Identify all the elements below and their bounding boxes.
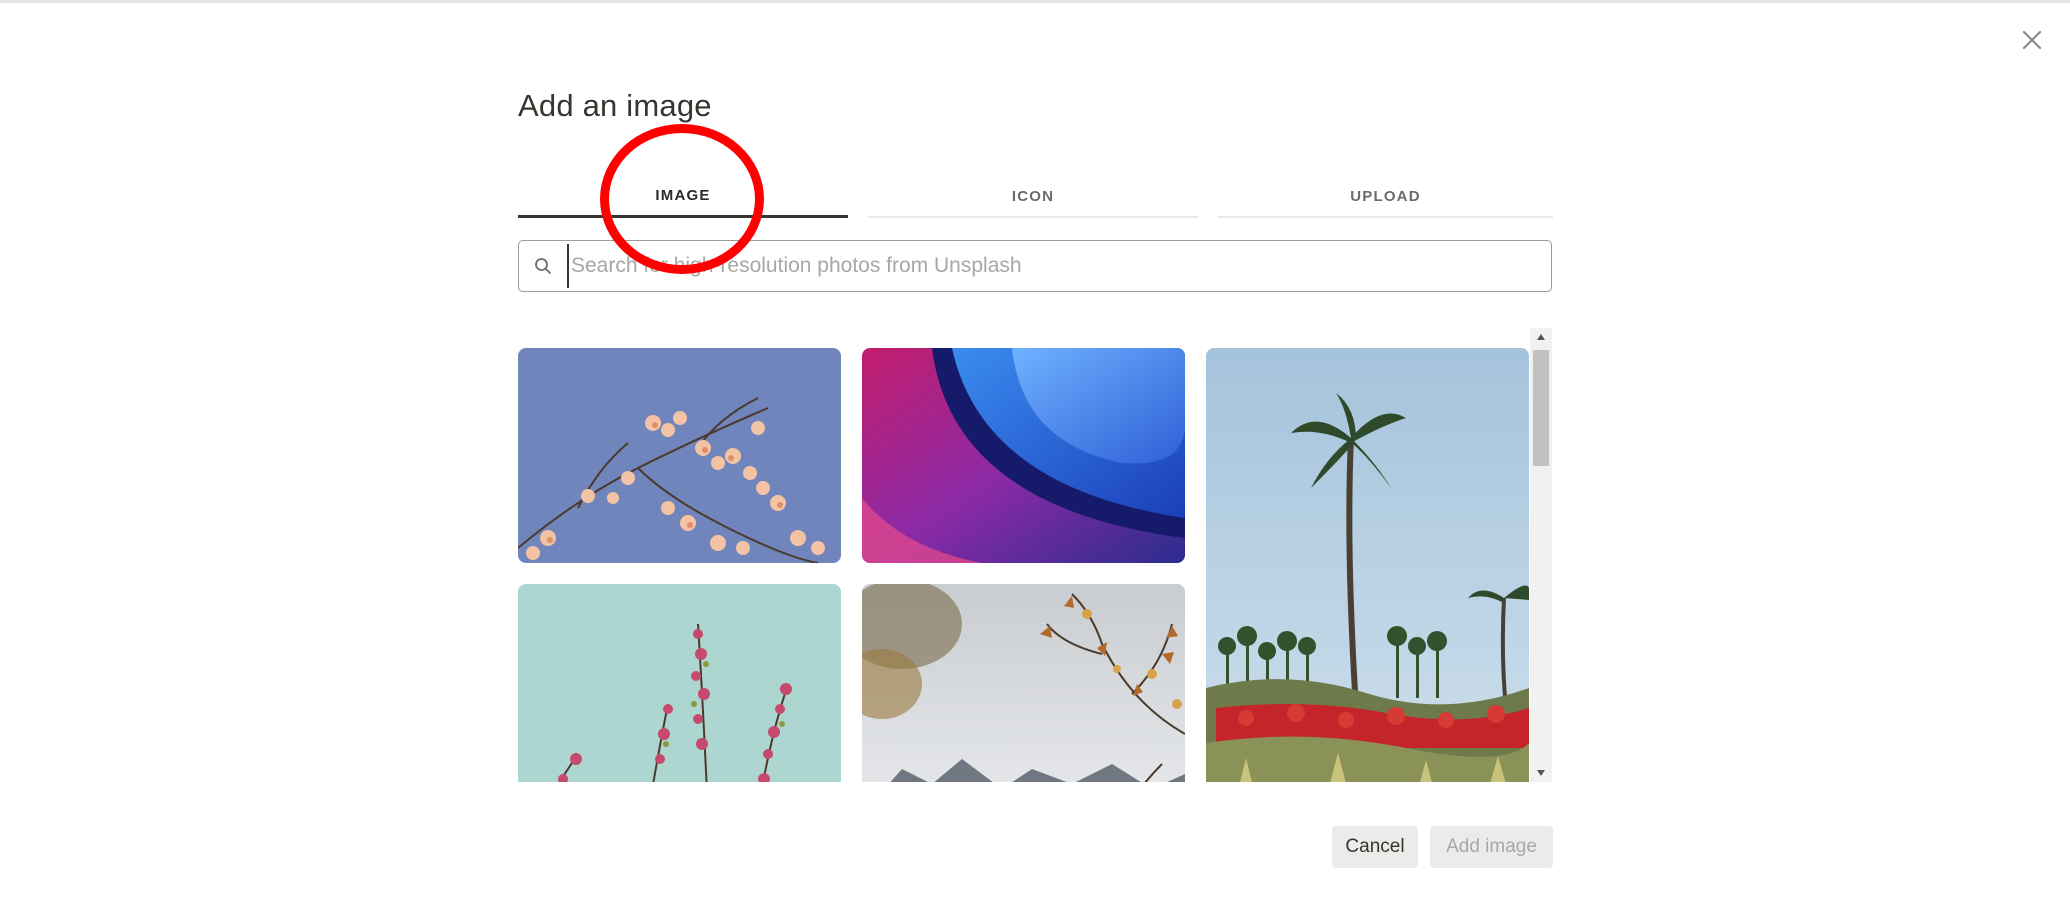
- gallery-photo-autumn[interactable]: [862, 584, 1185, 782]
- tab-icon[interactable]: ICON: [868, 176, 1198, 218]
- search-icon: [519, 240, 567, 292]
- window-top-border: [0, 0, 2070, 3]
- close-button[interactable]: [2016, 24, 2048, 56]
- gallery-photo-palms[interactable]: [1206, 348, 1529, 782]
- tab-image[interactable]: IMAGE: [518, 176, 848, 218]
- scroll-thumb[interactable]: [1533, 350, 1549, 466]
- search-input[interactable]: [567, 244, 1551, 288]
- tab-bar: IMAGE ICON UPLOAD: [518, 176, 1553, 218]
- scroll-up-arrow-icon[interactable]: [1530, 328, 1552, 346]
- cancel-button[interactable]: Cancel: [1332, 826, 1418, 868]
- gallery-photo-pink-blossom[interactable]: [518, 584, 841, 782]
- gallery-photo-abstract[interactable]: [862, 348, 1185, 563]
- add-image-button[interactable]: Add image: [1430, 826, 1553, 868]
- search-box: [518, 240, 1552, 292]
- dialog-title: Add an image: [518, 88, 712, 123]
- close-icon: [2022, 30, 2042, 50]
- gallery-photo-blossom[interactable]: [518, 348, 841, 563]
- scroll-down-arrow-icon[interactable]: [1530, 764, 1552, 782]
- image-gallery: [518, 326, 1552, 782]
- tab-upload[interactable]: UPLOAD: [1218, 176, 1553, 218]
- gallery-scrollbar[interactable]: [1530, 328, 1552, 782]
